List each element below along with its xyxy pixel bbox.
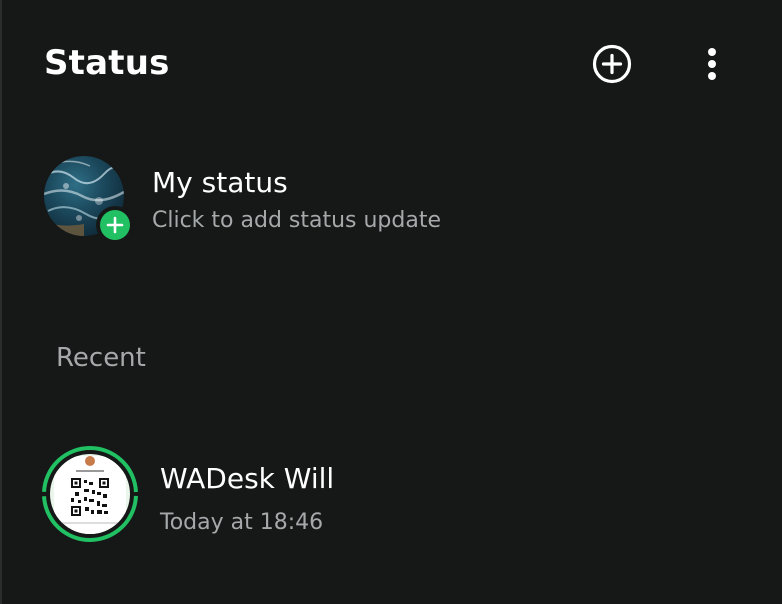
- add-status-badge[interactable]: [96, 206, 134, 244]
- page-title: Status: [44, 43, 170, 83]
- status-ring: [40, 444, 140, 544]
- list-item[interactable]: WADesk Will Today at 18:46: [40, 444, 740, 548]
- menu-button[interactable]: [690, 40, 734, 88]
- status-timestamp: Today at 18:46: [160, 510, 324, 535]
- my-status-name: My status: [152, 166, 288, 199]
- more-vertical-icon: [708, 48, 716, 80]
- plus-circle-icon: [592, 44, 632, 84]
- my-status-subtitle: Click to add status update: [152, 208, 442, 233]
- status-header: Status: [2, 0, 782, 130]
- contact-avatar: [50, 454, 130, 534]
- add-status-button[interactable]: [588, 40, 636, 88]
- contact-name: WADesk Will: [160, 462, 335, 495]
- status-panel: Status My status Click to add status upd…: [0, 0, 782, 604]
- plus-icon: [106, 216, 124, 234]
- my-status-row[interactable]: My status Click to add status update: [42, 152, 742, 244]
- recent-section-label: Recent: [56, 343, 146, 373]
